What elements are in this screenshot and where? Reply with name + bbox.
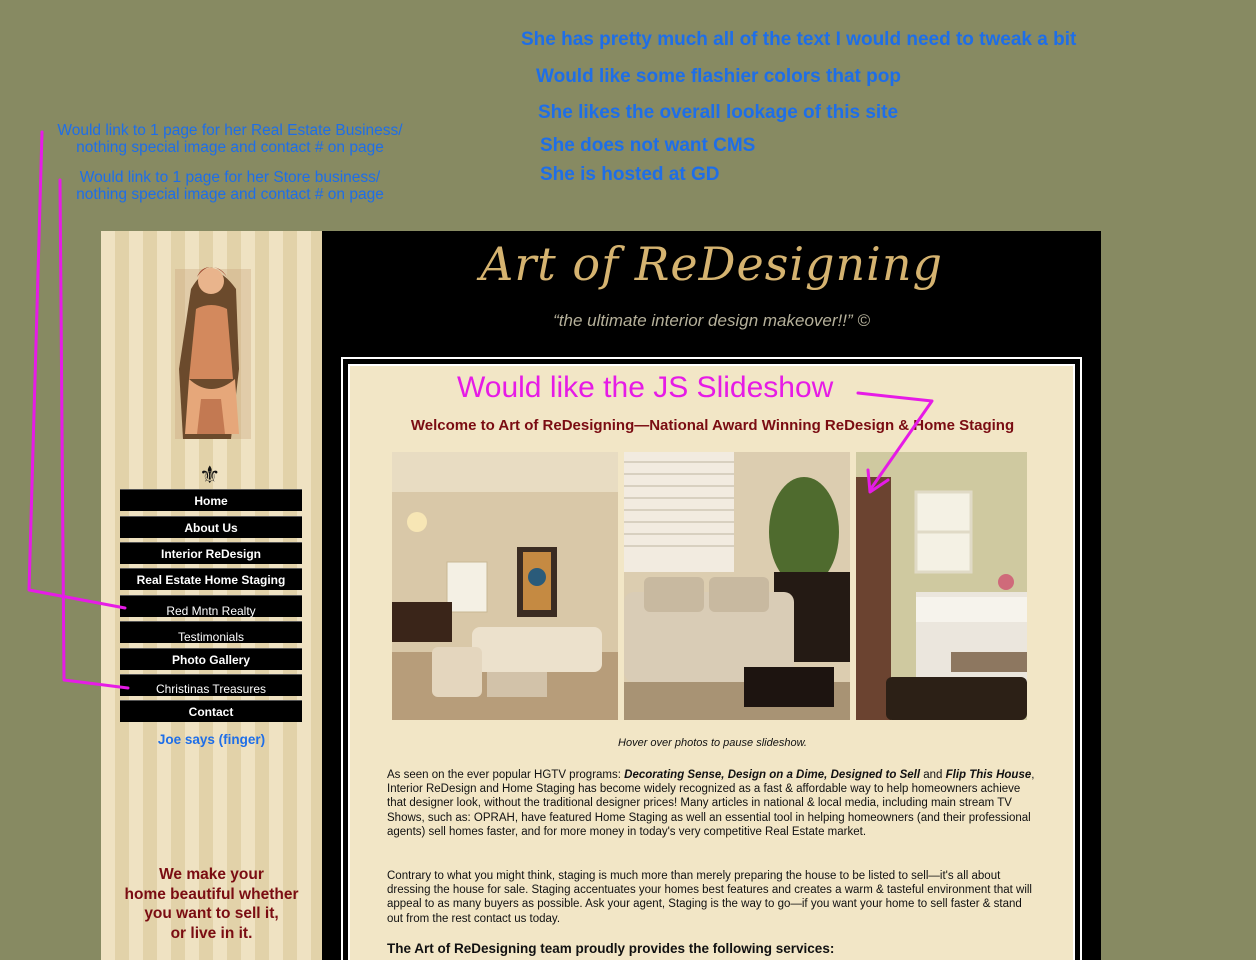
para-text: As seen on the ever popular HGTV program… [387,769,625,781]
nav-red-mntn-realty[interactable]: Red Mntn Realty [120,595,302,618]
tagline-line: home beautiful whether [124,885,299,903]
slideshow-photo[interactable] [624,452,850,720]
note-text: She likes the overall lookage of this si… [538,102,899,123]
note-line: nothing special image and contact # on p… [76,186,384,203]
art-nouveau-woman-image [161,249,261,444]
note-text: Would link to 1 page for her Real Estate… [40,122,420,156]
slideshow-annotation: Would like the JS Slideshow [457,371,834,404]
nav-home[interactable]: Home [120,489,302,511]
nav-label: Red Mntn Realty [166,603,256,618]
joe-says-note: Joe says (finger) [157,732,266,747]
website-screenshot: ⚜ Home About Us Interior ReDesign Real E… [101,231,1101,960]
nav-christinas-treasures[interactable]: Christinas Treasures [120,674,302,696]
site-title: Art of ReDesigning [480,237,943,291]
note-line: nothing special image and contact # on p… [76,139,384,156]
nav-label: Testimonials [177,629,245,644]
note-text: Would link to 1 page for her Store busin… [40,169,420,203]
sidebar: ⚜ Home About Us Interior ReDesign Real E… [101,231,322,960]
note-text: Would like some flashier colors that pop [536,66,901,87]
intro-paragraph: As seen on the ever popular HGTV program… [387,768,1037,839]
nav-label: Home [194,493,228,508]
welcome-heading: Welcome to Art of ReDesigning—National A… [410,417,1015,434]
nav-real-estate-home-staging[interactable]: Real Estate Home Staging [120,568,302,590]
tagline-line: or live in it. [170,924,253,942]
nav-label: Christinas Treasures [155,681,267,696]
content-frame: Would like the JS Slideshow Welcome to A… [341,357,1082,960]
note-line: Would link to 1 page for her Store busin… [79,169,381,186]
nav-interior-redesign[interactable]: Interior ReDesign [120,542,302,564]
nav-label: Contact [188,704,234,719]
main-area: Art of ReDesigning “the ultimate interio… [322,231,1101,960]
slideshow-photo[interactable] [392,452,618,720]
fleur-de-lis-icon: ⚜ [199,461,221,489]
tagline-line: you want to sell it, [144,905,279,922]
nav-label: Real Estate Home Staging [136,572,286,587]
slideshow-photo[interactable] [856,452,1027,720]
tagline: We make your home beautiful whether you … [101,865,322,943]
nav-testimonials[interactable]: Testimonials [120,621,302,644]
nav-label: Photo Gallery [171,652,251,667]
note-text: She does not want CMS [540,135,756,156]
show-names: Decorating Sense, Design on a Dime, Desi… [624,769,921,781]
tagline-line: We make your [159,866,264,883]
site-subtitle: “the ultimate interior design makeover!!… [553,311,870,330]
content-panel: Would like the JS Slideshow Welcome to A… [348,364,1075,960]
note-text: She has pretty much all of the text I wo… [521,29,1077,50]
show-name: Flip This House [945,769,1032,781]
nav-contact[interactable]: Contact [120,700,302,722]
slideshow-caption: Hover over photos to pause slideshow. [618,737,807,749]
nav-label: About Us [184,520,238,535]
para-text: and [920,769,946,781]
services-heading: The Art of ReDesigning team proudly prov… [387,941,835,956]
note-line: Would link to 1 page for her Real Estate… [57,122,403,139]
nav-about-us[interactable]: About Us [120,516,302,538]
nav-photo-gallery[interactable]: Photo Gallery [120,648,302,670]
note-text: She is hosted at GD [540,164,720,185]
nav-label: Interior ReDesign [160,546,262,561]
staging-paragraph: Contrary to what you might think, stagin… [387,870,1032,925]
